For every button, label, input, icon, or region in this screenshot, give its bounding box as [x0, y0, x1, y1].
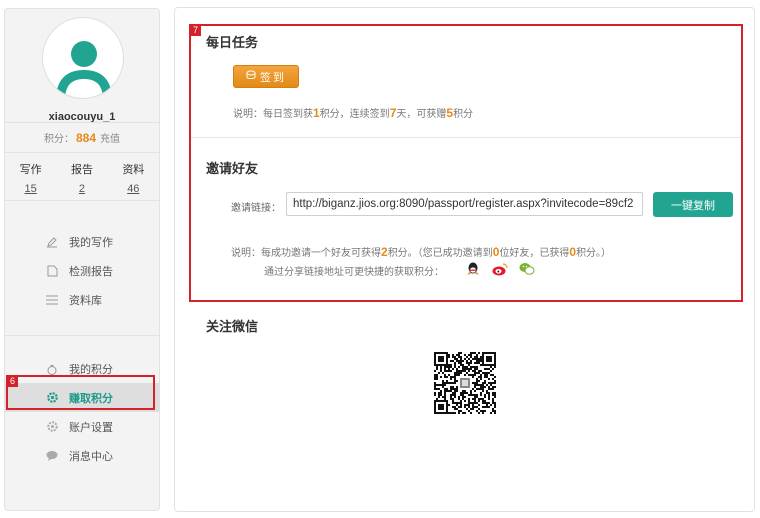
- list-icon: [45, 293, 59, 307]
- nav-label: 账户设置: [69, 421, 113, 434]
- nav-item-account-settings[interactable]: 账户设置: [5, 412, 159, 441]
- stat-value-link[interactable]: 2: [56, 183, 107, 195]
- divider: [5, 335, 159, 336]
- recharge-link[interactable]: 充值: [100, 134, 120, 145]
- stat-value-link[interactable]: 15: [5, 183, 56, 195]
- sidebar: xiaocouyu_1 积分： 884 充值 写作 15 报告 2 资料 46 我的…: [4, 8, 160, 511]
- nav-item-my-writing[interactable]: 我的写作: [5, 227, 159, 256]
- stat-writing: 写作 15: [5, 161, 56, 195]
- divider: [5, 122, 159, 123]
- nav-label: 消息中心: [69, 450, 113, 463]
- points-row: 积分： 884 充值: [5, 130, 159, 145]
- settings-icon: [45, 420, 59, 434]
- nav-item-library[interactable]: 资料库: [5, 285, 159, 314]
- highlight-box-7: 7: [189, 24, 743, 302]
- nav-label: 我的写作: [69, 236, 113, 249]
- qr-code-image: [434, 352, 496, 414]
- main-panel: 每日任务 签到 说明：每日签到获1积分，连续签到7天，可获赠5积分 邀请好友 邀…: [174, 7, 755, 512]
- annotation-number: 6: [7, 376, 19, 387]
- annotation-number: 7: [190, 25, 202, 36]
- document-icon: [45, 264, 59, 278]
- highlight-box-6: 6: [6, 375, 155, 410]
- divider: [5, 152, 159, 153]
- nav-item-messages[interactable]: 消息中心: [5, 441, 159, 470]
- divider: [5, 200, 159, 201]
- stats-row: 写作 15 报告 2 资料 46: [5, 161, 159, 195]
- nav-secondary: 我的积分 赚取积分 账户设置 消息中心: [5, 354, 159, 470]
- stat-label: 资料: [122, 164, 145, 176]
- nav-primary: 我的写作 检测报告 资料库: [5, 227, 159, 314]
- nav-item-reports[interactable]: 检测报告: [5, 256, 159, 285]
- points-label: 积分：: [43, 134, 74, 145]
- points-value: 884: [75, 131, 97, 145]
- stat-value-link[interactable]: 46: [108, 183, 159, 195]
- stat-materials: 资料 46: [108, 161, 159, 195]
- chat-icon: [45, 449, 59, 463]
- wechat-title: 关注微信: [206, 319, 259, 334]
- stat-label: 写作: [19, 164, 42, 176]
- pencil-icon: [45, 235, 59, 249]
- stat-label: 报告: [70, 164, 93, 176]
- stat-reports: 报告 2: [56, 161, 107, 195]
- avatar[interactable]: [42, 17, 124, 99]
- nav-label: 资料库: [69, 294, 102, 307]
- money-bag-icon: [45, 362, 59, 376]
- nav-label: 检测报告: [69, 265, 113, 278]
